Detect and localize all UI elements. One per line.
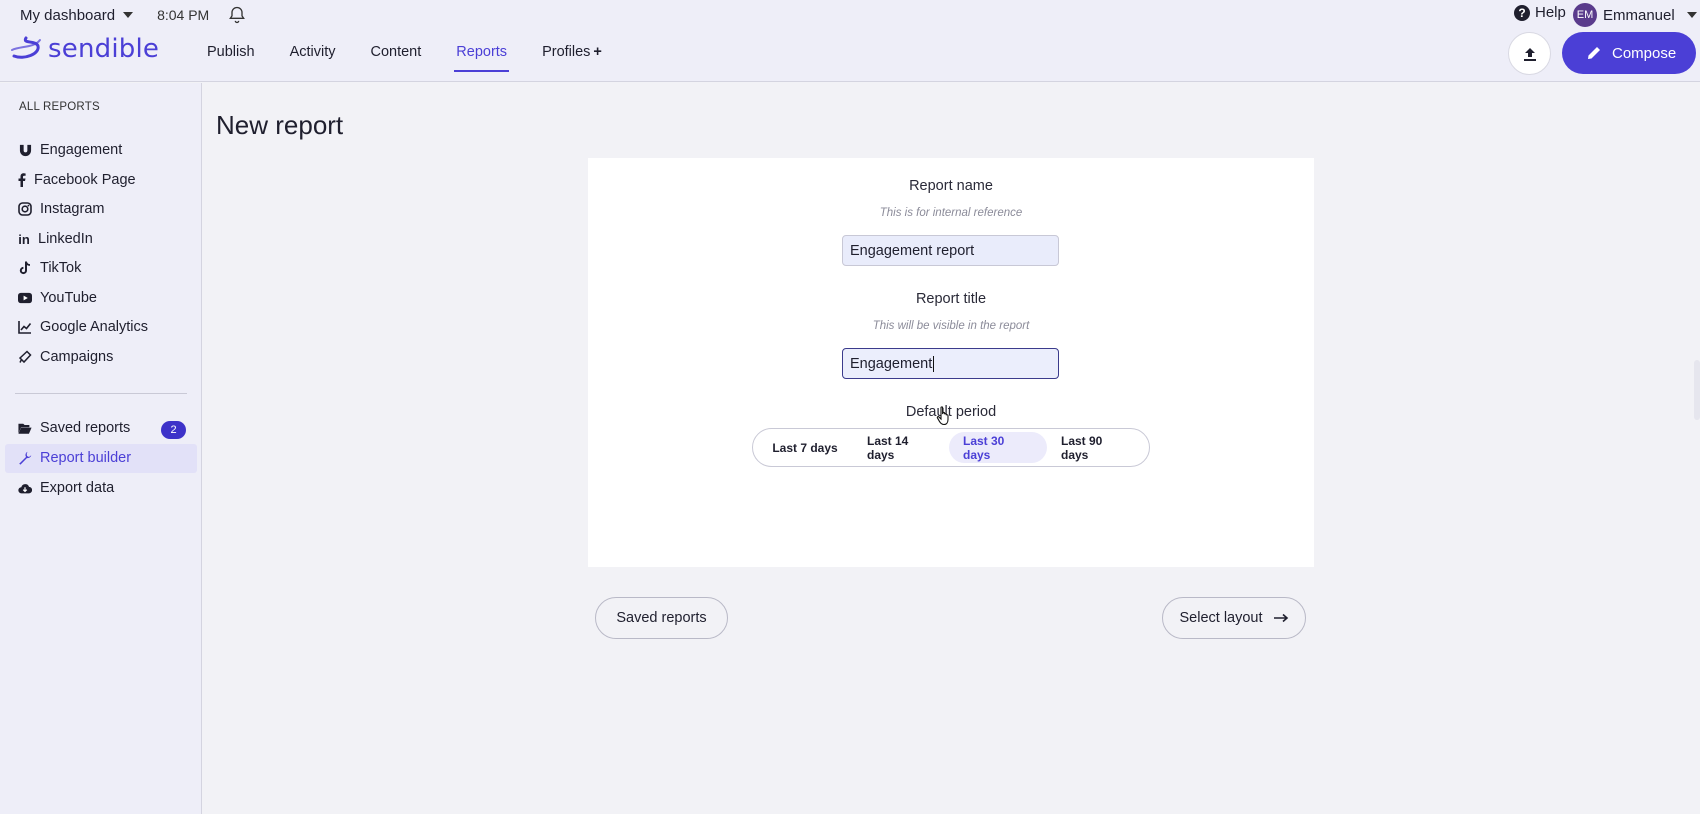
- tiktok-icon: [18, 261, 32, 275]
- period-option-30-days[interactable]: Last 30 days: [949, 432, 1047, 463]
- sidebar-item-facebook-page[interactable]: Facebook Page: [18, 172, 136, 188]
- nav-activity[interactable]: Activity: [290, 44, 336, 70]
- chevron-down-icon: [1686, 12, 1697, 18]
- sidebar-item-label: Instagram: [40, 201, 105, 217]
- report-title-value: Engagement: [850, 355, 933, 372]
- sidebar-item-label: Google Analytics: [40, 319, 149, 335]
- nav-profiles-label: Profiles: [542, 44, 591, 60]
- dashboard-selector[interactable]: My dashboard: [20, 6, 134, 24]
- sidebar-item-youtube[interactable]: YouTube: [18, 290, 97, 306]
- magnet-icon: [18, 143, 32, 157]
- avatar: EM: [1573, 3, 1597, 27]
- facebook-icon: [18, 173, 26, 187]
- help-label: Help: [1535, 4, 1566, 21]
- chevron-down-icon: [123, 12, 134, 18]
- sidebar-item-label: Engagement: [40, 142, 123, 158]
- linkedin-icon: in: [18, 231, 30, 247]
- report-title-input[interactable]: Engagement: [842, 348, 1059, 379]
- cloud-download-icon: [18, 481, 32, 495]
- sidebar-item-instagram[interactable]: Instagram: [18, 201, 104, 217]
- main-nav: Publish Activity Content Reports Profile…: [207, 44, 637, 72]
- page-scrollbar[interactable]: [1694, 360, 1700, 420]
- period-option-7-days[interactable]: Last 7 days: [757, 432, 853, 463]
- wrench-icon: [18, 451, 32, 465]
- sidebar-item-campaigns[interactable]: Campaigns: [18, 349, 113, 365]
- page-title: New report: [216, 110, 344, 140]
- saved-reports-button-label: Saved reports: [616, 610, 707, 626]
- user-name: Emmanuel: [1603, 6, 1675, 24]
- report-name-label: Report name: [909, 178, 993, 194]
- select-layout-button-label: Select layout: [1179, 610, 1263, 626]
- sidebar-item-label: TikTok: [40, 260, 82, 276]
- compose-button[interactable]: Compose: [1562, 32, 1696, 74]
- default-period-selector: Last 7 days Last 14 days Last 30 days La…: [752, 428, 1150, 467]
- chart-line-icon: [18, 320, 32, 334]
- upload-button[interactable]: [1508, 32, 1551, 75]
- plus-icon: +: [593, 44, 602, 60]
- sidebar-divider: [15, 393, 187, 394]
- top-header: My dashboard 8:04 PM sendible Publish Ac…: [0, 0, 1700, 82]
- period-option-90-days[interactable]: Last 90 days: [1047, 432, 1145, 463]
- text-caret: [933, 355, 935, 372]
- sidebar-item-report-builder[interactable]: Report builder: [18, 450, 131, 466]
- nav-profiles[interactable]: Profiles +: [542, 44, 602, 70]
- nav-content[interactable]: Content: [370, 44, 421, 70]
- sidebar-item-label: Report builder: [40, 450, 132, 466]
- sidebar-item-label: Facebook Page: [34, 172, 136, 188]
- clock-time: 8:04 PM: [157, 7, 210, 23]
- report-title-label: Report title: [915, 291, 987, 307]
- question-circle-icon: ?: [1514, 4, 1530, 21]
- report-name-hint: This is for internal reference: [879, 207, 1023, 219]
- sendible-logo[interactable]: sendible: [10, 34, 159, 64]
- sidebar-item-label: YouTube: [40, 290, 97, 306]
- upload-icon: [1523, 47, 1536, 61]
- reports-sidebar: ALL REPORTS Engagement Facebook Page Ins…: [0, 83, 202, 814]
- instagram-icon: [18, 202, 32, 216]
- sidebar-item-export-data[interactable]: Export data: [18, 480, 114, 496]
- sidebar-item-engagement[interactable]: Engagement: [18, 142, 122, 158]
- period-option-14-days[interactable]: Last 14 days: [853, 432, 949, 463]
- report-title-hint: This will be visible in the report: [872, 320, 1030, 332]
- bell-icon[interactable]: [227, 5, 247, 25]
- saved-reports-button[interactable]: Saved reports: [595, 597, 728, 639]
- report-name-input[interactable]: Engagement report: [842, 235, 1059, 266]
- sidebar-item-linkedin[interactable]: in LinkedIn: [18, 231, 93, 247]
- sidebar-item-label: Export data: [40, 480, 115, 496]
- select-layout-button[interactable]: Select layout: [1162, 597, 1306, 639]
- user-menu[interactable]: EM Emmanuel: [1573, 3, 1697, 27]
- top-status-bar: My dashboard 8:04 PM: [20, 5, 247, 25]
- help-link[interactable]: ? Help: [1514, 4, 1566, 21]
- arrow-right-icon: [1273, 613, 1288, 623]
- sidebar-item-tiktok[interactable]: TikTok: [18, 260, 81, 276]
- compose-label: Compose: [1612, 44, 1677, 62]
- sidebar-heading: ALL REPORTS: [19, 101, 100, 113]
- report-settings-card: Report name This is for internal referen…: [588, 158, 1314, 567]
- hand-pointer-icon: [936, 406, 949, 426]
- youtube-icon: [18, 291, 32, 305]
- nav-reports[interactable]: Reports: [454, 44, 509, 72]
- megaphone-icon: [18, 350, 32, 364]
- sidebar-item-google-analytics[interactable]: Google Analytics: [18, 319, 148, 335]
- pencil-icon: [1588, 47, 1600, 59]
- sidebar-item-saved-reports[interactable]: Saved reports: [18, 420, 130, 436]
- sidebar-item-label: Saved reports: [40, 420, 131, 436]
- nav-publish[interactable]: Publish: [207, 44, 255, 70]
- folder-open-icon: [18, 421, 32, 435]
- sidebar-item-label: LinkedIn: [38, 231, 93, 247]
- saved-reports-count-badge: 2: [161, 421, 186, 439]
- logo-text: sendible: [48, 34, 160, 64]
- logo-swoosh-icon: [11, 36, 41, 59]
- sidebar-item-label: Campaigns: [40, 349, 114, 365]
- dashboard-selector-label: My dashboard: [20, 6, 116, 24]
